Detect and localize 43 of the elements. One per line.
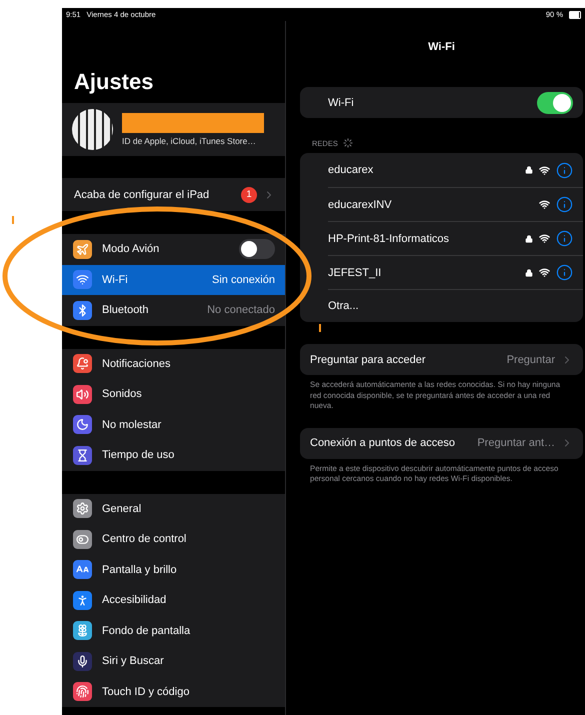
- wifi-toggle-row: Wi-Fi: [300, 87, 583, 118]
- sidebar-item[interactable]: Wi-Fi Sin conexión: [62, 264, 285, 295]
- sidebar-item[interactable]: Centro de control: [62, 524, 285, 554]
- pane-title: Wi-Fi: [427, 41, 456, 53]
- network-row[interactable]: educarex: [328, 153, 583, 187]
- spinner-icon: [342, 138, 353, 148]
- sidebar-item[interactable]: Bluetooth No conectado: [62, 295, 285, 326]
- battery-icon: [569, 10, 581, 18]
- info-icon[interactable]: [556, 264, 573, 281]
- other-network-row[interactable]: Otra...: [328, 289, 583, 322]
- sidebar-item[interactable]: No molestar: [62, 410, 285, 440]
- annotation-mark: [319, 324, 320, 332]
- sidebar-item[interactable]: General: [62, 494, 285, 524]
- notification-badge: 1: [241, 186, 257, 202]
- setting-row[interactable]: Conexión a puntos de acceso Preguntar ant…: [300, 428, 583, 459]
- network-row[interactable]: HP-Print-81-Informaticos: [328, 221, 583, 255]
- sidebar-item[interactable]: Tiempo de uso: [62, 440, 285, 470]
- wifi-signal-icon: [539, 233, 550, 244]
- wifi-signal-icon: [539, 199, 550, 210]
- annotation-mark: [12, 216, 14, 224]
- wifi-signal-icon: [539, 164, 550, 176]
- profile-subtitle: ID de Apple, iCloud, iTunes Store…: [122, 136, 257, 146]
- info-icon[interactable]: [556, 162, 573, 178]
- setting-row[interactable]: Preguntar para acceder Preguntar: [300, 344, 583, 375]
- toggle-switch[interactable]: [537, 92, 573, 114]
- info-icon[interactable]: [556, 196, 573, 213]
- sidebar-item[interactable]: Siri y Buscar: [62, 646, 285, 676]
- settings-title: Ajustes: [74, 69, 154, 95]
- toggle-switch[interactable]: [239, 239, 275, 260]
- wifi-signal-icon: [539, 267, 550, 278]
- profile-card[interactable]: ID de Apple, iCloud, iTunes Store…: [62, 103, 285, 156]
- sidebar-item[interactable]: Accesibilidad: [62, 585, 285, 616]
- sidebar-item[interactable]: Notificaciones: [62, 348, 285, 379]
- sidebar-item[interactable]: Touch ID y código: [62, 676, 285, 707]
- sidebar-item[interactable]: Modo Avión: [62, 234, 285, 264]
- sidebar-item[interactable]: Fondo de pantalla: [62, 616, 285, 646]
- network-row[interactable]: educarexINV: [328, 187, 583, 221]
- setup-row[interactable]: Acaba de configurar el iPad 1: [62, 178, 285, 211]
- avatar-image: [72, 109, 113, 150]
- sidebar-item[interactable]: Pantalla y brillo: [62, 554, 285, 585]
- sidebar-item[interactable]: Sonidos: [62, 379, 285, 410]
- network-row[interactable]: JEFEST_II: [328, 255, 583, 289]
- info-icon[interactable]: [556, 230, 573, 247]
